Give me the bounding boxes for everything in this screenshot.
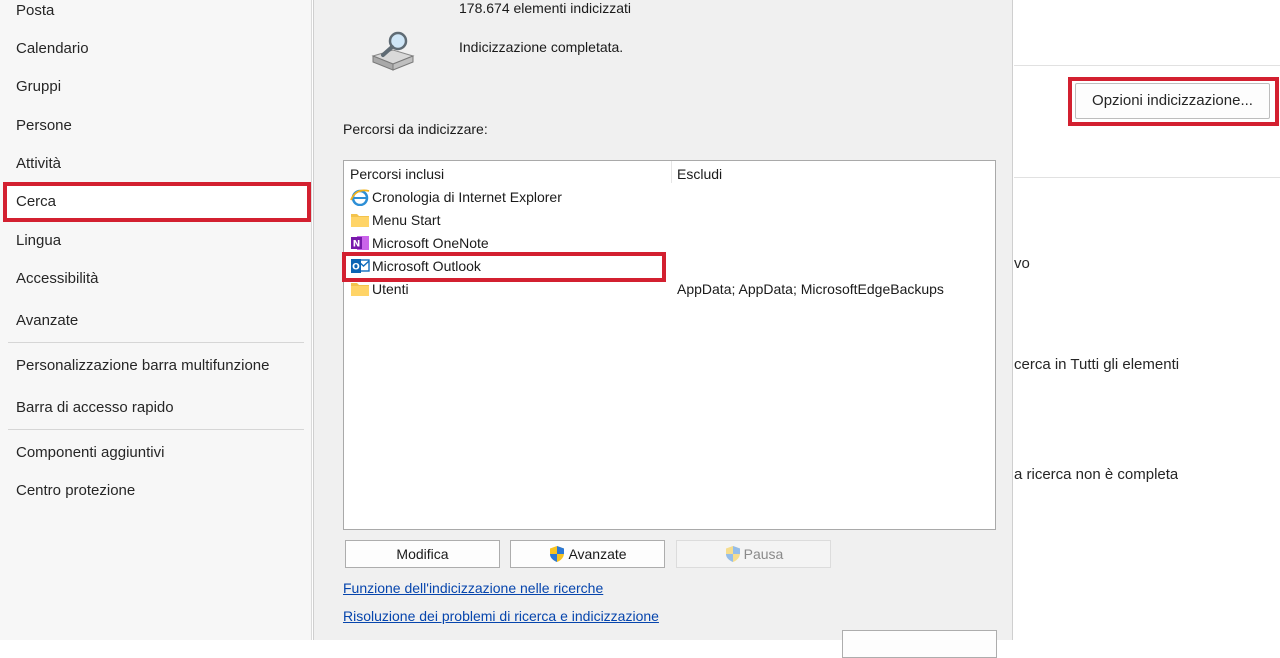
location-name: Utenti xyxy=(372,281,409,297)
outlook-icon: O xyxy=(351,259,370,273)
how-indexing-link[interactable]: Funzione dell'indicizzazione nelle ricer… xyxy=(343,580,603,596)
nav-item-calendario[interactable]: Calendario xyxy=(4,33,308,65)
list-item[interactable]: Menu Start xyxy=(348,209,988,231)
location-exclude: AppData; AppData; MicrosoftEdgeBackups xyxy=(677,281,944,297)
magnifier-drive-icon xyxy=(371,31,415,71)
nav-item-componenti-aggiuntivi[interactable]: Componenti aggiuntivi xyxy=(4,437,308,469)
nav-item-personalizzazione-barra[interactable]: Personalizzazione barra multifunzione xyxy=(4,350,308,382)
option-partial-text: cerca in Tutti gli elementi xyxy=(1014,356,1180,373)
indexed-locations-list[interactable]: Percorsi inclusi Escludi Cronologia di I… xyxy=(343,160,996,530)
folder-icon xyxy=(351,283,369,296)
location-name: Microsoft Outlook xyxy=(372,258,481,274)
location-name: Cronologia di Internet Explorer xyxy=(372,189,562,205)
modify-button-label: Modifica xyxy=(396,546,449,562)
option-partial-text: a ricerca non è completa xyxy=(1014,466,1179,483)
indexing-options-button[interactable]: Opzioni indicizzazione... xyxy=(1075,83,1270,119)
location-name: Microsoft OneNote xyxy=(372,235,489,251)
nav-item-posta[interactable]: Posta xyxy=(4,0,308,27)
nav-item-cerca[interactable]: Cerca xyxy=(4,186,308,218)
shield-icon xyxy=(550,546,565,562)
advanced-button-label: Avanzate xyxy=(568,546,627,562)
nav-separator xyxy=(8,342,304,343)
modify-button[interactable]: Modifica xyxy=(345,540,500,568)
options-nav: Posta Calendario Gruppi Persone Attività… xyxy=(0,0,312,640)
list-item[interactable]: Cronologia di Internet Explorer xyxy=(348,186,988,208)
column-header-exclude[interactable]: Escludi xyxy=(677,166,722,182)
close-button[interactable] xyxy=(842,630,997,658)
list-item[interactable]: N Microsoft OneNote xyxy=(348,232,988,254)
nav-separator xyxy=(8,429,304,430)
options-divider xyxy=(1014,65,1280,66)
internet-explorer-icon xyxy=(350,189,370,206)
folder-icon xyxy=(351,214,369,227)
onenote-icon: N xyxy=(351,236,369,250)
column-header-included[interactable]: Percorsi inclusi xyxy=(350,166,444,182)
nav-item-barra-accesso-rapido[interactable]: Barra di accesso rapido xyxy=(4,392,308,424)
options-divider xyxy=(1014,177,1280,178)
indexing-status: Indicizzazione completata. xyxy=(459,39,624,55)
shield-icon xyxy=(725,546,740,562)
option-partial-text: vo xyxy=(1014,255,1030,272)
svg-text:O: O xyxy=(352,263,360,273)
column-divider xyxy=(671,161,672,183)
pause-button-label: Pausa xyxy=(743,546,784,562)
locations-label: Percorsi da indicizzare: xyxy=(343,121,488,137)
pause-button[interactable]: Pausa xyxy=(676,540,831,568)
nav-item-avanzate[interactable]: Avanzate xyxy=(4,305,308,337)
indexing-options-dialog: 178.674 elementi indicizzati Indicizzazi… xyxy=(313,0,1013,658)
svg-text:N: N xyxy=(353,240,361,250)
nav-item-attivita[interactable]: Attività xyxy=(4,148,308,180)
list-item[interactable]: Utenti AppData; AppData; MicrosoftEdgeBa… xyxy=(348,278,988,300)
nav-item-persone[interactable]: Persone xyxy=(4,110,308,142)
list-item[interactable]: O Microsoft Outlook xyxy=(348,255,988,277)
advanced-button[interactable]: Avanzate xyxy=(510,540,665,568)
indexed-items-count: 178.674 elementi indicizzati xyxy=(459,0,631,16)
nav-item-centro-protezione[interactable]: Centro protezione xyxy=(4,475,308,507)
nav-item-accessibilita[interactable]: Accessibilità xyxy=(4,263,308,295)
nav-item-lingua[interactable]: Lingua xyxy=(4,225,308,257)
location-name: Menu Start xyxy=(372,212,441,228)
troubleshoot-link[interactable]: Risoluzione dei problemi di ricerca e in… xyxy=(343,608,659,624)
nav-item-gruppi[interactable]: Gruppi xyxy=(4,71,308,103)
